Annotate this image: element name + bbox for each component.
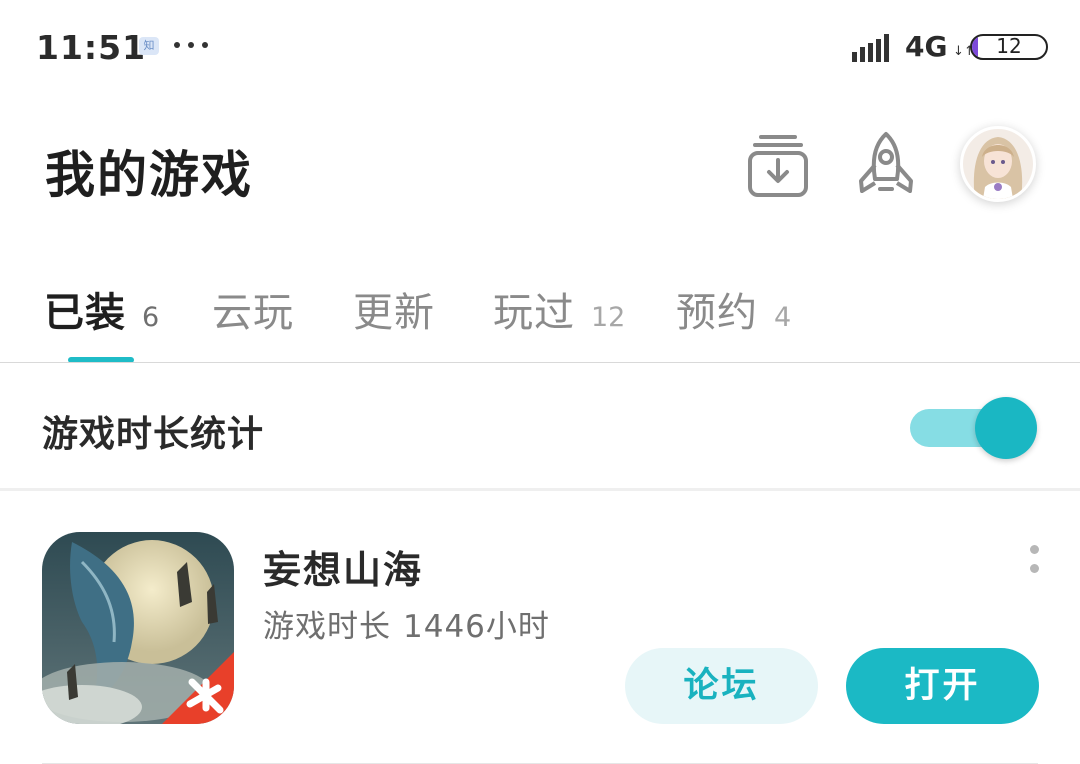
tab-count: 6 (142, 302, 160, 333)
avatar-image (963, 129, 1033, 199)
tab-cloud-play[interactable]: 云玩 (212, 280, 294, 338)
tab-updates[interactable]: 更新 (353, 280, 435, 338)
open-game-button[interactable]: 打开 (846, 648, 1039, 724)
download-icon (748, 135, 808, 197)
game-artwork-image (42, 532, 234, 724)
game-booster-button[interactable] (848, 128, 924, 204)
game-app-icon[interactable] (42, 532, 234, 724)
game-playtime: 游戏时长 1446小时 (263, 601, 562, 646)
playtime-label: 游戏时长 (263, 609, 391, 645)
playtime-stats-toggle[interactable] (908, 397, 1038, 459)
playtime-stats-label: 游戏时长统计 (42, 414, 265, 455)
my-games-screen: 11:51 知 4G ↓↑ 12 我的游戏 已装 6 云玩 更新 玩过 12 预… (0, 0, 1080, 764)
notification-app-icon: 知 (139, 37, 159, 55)
game-title: 妄想山海 (263, 548, 424, 592)
tab-label: 已装 (44, 290, 126, 336)
signal-strength-icon (852, 34, 889, 62)
forum-button[interactable]: 论坛 (625, 648, 818, 724)
status-time: 11:51 (36, 28, 147, 67)
tab-played[interactable]: 玩过 12 (493, 280, 625, 338)
playtime-value: 1446小时 (403, 609, 550, 645)
game-list-item[interactable]: 妄想山海 游戏时长 1446小时 论坛 打开 (0, 491, 1080, 764)
tab-count: 4 (774, 302, 792, 333)
playtime-stats-row: 游戏时长统计 (0, 363, 1080, 489)
tab-label: 预约 (676, 290, 758, 336)
more-notifications-icon (174, 42, 208, 48)
tab-label: 更新 (353, 290, 435, 336)
battery-indicator: 12 (970, 34, 1048, 60)
tab-label: 玩过 (493, 290, 575, 336)
more-options-button[interactable] (1020, 539, 1048, 579)
more-dot-icon (1030, 545, 1039, 554)
tab-label: 云玩 (212, 290, 294, 336)
status-bar: 11:51 知 4G ↓↑ 12 (0, 0, 1080, 92)
rocket-icon (859, 132, 913, 193)
tab-count: 12 (591, 302, 626, 333)
tab-reservations[interactable]: 预约 4 (676, 280, 791, 338)
page-title: 我的游戏 (45, 146, 253, 204)
user-avatar[interactable] (960, 126, 1036, 202)
game-tabs: 已装 6 云玩 更新 玩过 12 预约 4 (0, 262, 1080, 363)
battery-level: 12 (996, 34, 1022, 58)
network-type: 4G (905, 30, 948, 63)
download-manager-button[interactable] (740, 128, 816, 204)
toggle-knob (975, 397, 1037, 459)
more-dot-icon (1030, 564, 1039, 573)
tab-installed[interactable]: 已装 6 (44, 280, 159, 338)
